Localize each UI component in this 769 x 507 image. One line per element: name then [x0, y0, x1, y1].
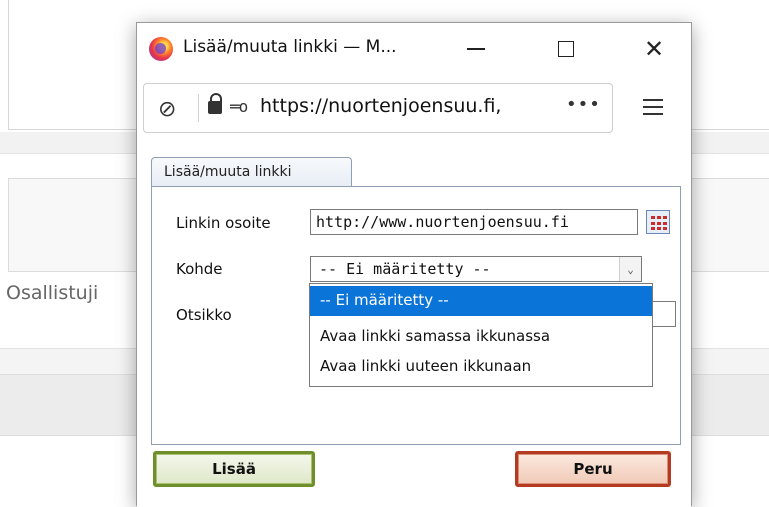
tracking-protection-icon[interactable]: ⊘: [158, 97, 176, 122]
link-settings-panel: Linkin osoite http://www.nuortenjoensuu.…: [151, 187, 681, 445]
minimize-button[interactable]: [453, 31, 499, 67]
dropdown-option-same-window[interactable]: Avaa linkki samassa ikkunassa: [310, 322, 652, 352]
target-select[interactable]: -- Ei määritetty -- ⌄: [310, 256, 642, 282]
background-card-right: [680, 178, 769, 272]
tab-link-settings[interactable]: Lisää/muuta linkki: [151, 157, 352, 187]
url-text[interactable]: https://nuortenjoensuu.fi,: [260, 95, 546, 117]
more-actions-icon[interactable]: •••: [566, 94, 601, 115]
target-label: Kohde: [176, 260, 223, 278]
firefox-icon: [149, 37, 173, 61]
minimize-icon: [467, 48, 485, 50]
url-label: Linkin osoite: [176, 214, 271, 232]
close-button[interactable]: ✕: [631, 31, 677, 67]
chevron-down-icon[interactable]: ⌄: [619, 257, 641, 281]
dialog-content: Lisää/muuta linkki Linkin osoite http://…: [137, 139, 691, 507]
maximize-icon: [558, 41, 574, 57]
maximize-button[interactable]: [543, 31, 589, 67]
dropdown-option-new-window[interactable]: Avaa linkki uuteen ikkunaan: [310, 352, 652, 382]
url-bar-divider: [198, 94, 199, 122]
browse-link-icon[interactable]: [646, 210, 670, 234]
lock-icon[interactable]: [208, 93, 222, 114]
close-icon: ✕: [643, 35, 665, 63]
target-dropdown-list: -- Ei määritetty -- Avaa linkki samassa …: [309, 283, 653, 387]
navigation-bar: ⊘ ═o https://nuortenjoensuu.fi, •••: [137, 79, 691, 137]
window-titlebar[interactable]: Lisää/muuta linkki — M... ✕: [137, 23, 691, 75]
link-dialog-window: Lisää/muuta linkki — M... ✕ ⊘ ═o https:/…: [136, 22, 692, 507]
background-card-left: [8, 178, 138, 272]
dropdown-option-unspecified[interactable]: -- Ei määritetty --: [310, 286, 652, 316]
window-title: Lisää/muuta linkki — M...: [183, 37, 397, 57]
target-select-value: -- Ei määritetty --: [319, 260, 491, 278]
url-input[interactable]: http://www.nuortenjoensuu.fi: [310, 209, 638, 235]
hamburger-menu-icon[interactable]: [643, 99, 663, 115]
add-button[interactable]: Lisää: [153, 451, 315, 487]
cancel-button[interactable]: Peru: [515, 451, 671, 487]
title-label: Otsikko: [176, 306, 232, 324]
permissions-icon[interactable]: ═o: [230, 97, 248, 116]
background-heading: Osallistuji: [6, 282, 99, 304]
url-bar[interactable]: ⊘ ═o https://nuortenjoensuu.fi, •••: [143, 83, 613, 133]
